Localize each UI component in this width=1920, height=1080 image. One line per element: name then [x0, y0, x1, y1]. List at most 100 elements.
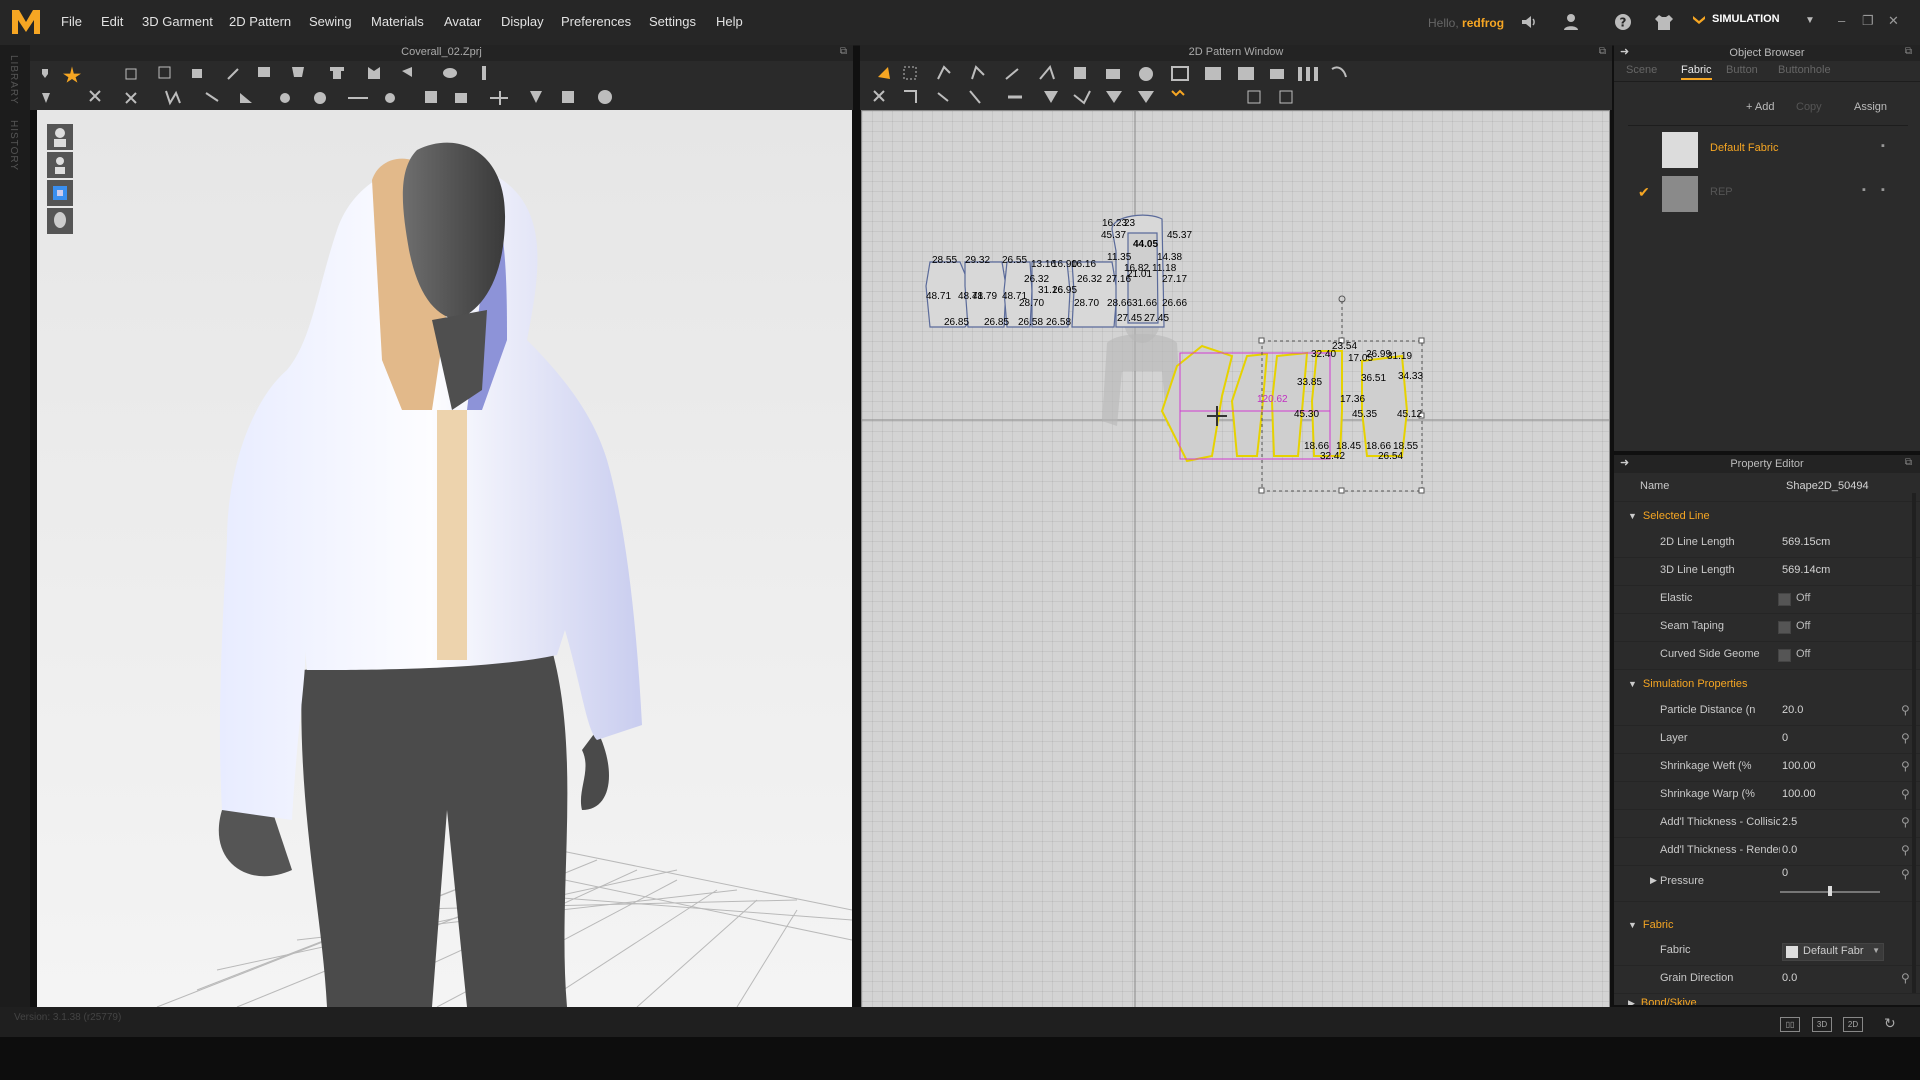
sync-pin-icon[interactable]: ⚲ [1901, 731, 1910, 745]
menu-display[interactable]: Display [501, 14, 544, 29]
property-value[interactable]: 0 [1782, 732, 1788, 744]
avatar-display-icon[interactable] [47, 124, 73, 150]
fabric-thumbnail [1662, 132, 1698, 168]
measure-label: 45.12 [1397, 409, 1423, 420]
property-value[interactable]: 0 [1782, 867, 1788, 879]
fabric-save-icon[interactable]: ▪ [1881, 140, 1885, 152]
scrollbar[interactable] [1912, 493, 1916, 993]
history-tab[interactable]: HISTORY [8, 120, 19, 171]
menu-materials[interactable]: Materials [371, 14, 424, 29]
property-value[interactable]: 100.00 [1782, 788, 1816, 800]
sync-pin-icon[interactable]: ⚲ [1901, 843, 1910, 857]
property-value[interactable]: 0.0 [1782, 844, 1797, 856]
2d-window-header: 2D Pattern Window ⧉ [860, 45, 1612, 61]
sync-pin-icon[interactable]: ⚲ [1901, 971, 1910, 985]
property-label: Seam Taping [1660, 620, 1725, 632]
pattern-canvas[interactable] [862, 111, 1609, 1008]
curved-side-checkbox[interactable] [1778, 649, 1791, 662]
menu-bar: File Edit 3D Garment 2D Pattern Sewing M… [0, 0, 1920, 46]
name-value[interactable]: Shape2D_50494 [1786, 480, 1869, 492]
seam-taping-checkbox[interactable] [1778, 621, 1791, 634]
menu-preferences[interactable]: Preferences [561, 14, 631, 29]
undock-editor-icon[interactable]: ⧉ [1905, 457, 1912, 468]
property-row: Shrinkage Warp (% 100.00 ⚲ [1614, 781, 1920, 810]
property-value[interactable]: 2.5 [1782, 816, 1797, 828]
menu-settings[interactable]: Settings [649, 14, 696, 29]
property-value[interactable]: 20.0 [1782, 704, 1803, 716]
section-selected-line[interactable]: ▼ Selected Line [1628, 510, 1710, 522]
sync-pin-icon[interactable]: ⚲ [1901, 703, 1910, 717]
property-value[interactable]: 100.00 [1782, 760, 1816, 772]
section-fabric[interactable]: ▼ Fabric [1628, 919, 1673, 931]
2d-toolbar-icons[interactable] [860, 61, 1612, 110]
property-row: Curved Side Geome Off [1614, 641, 1920, 670]
restore-button[interactable]: ❐ [1862, 13, 1874, 29]
menu-file[interactable]: File [61, 14, 82, 29]
add-fabric-button[interactable]: + Add [1746, 101, 1774, 113]
app-logo-icon[interactable] [10, 6, 42, 38]
menu-sewing[interactable]: Sewing [309, 14, 352, 29]
measure-label: 14.38 [1157, 252, 1183, 263]
fabric-delete-icon[interactable]: ▪ [1862, 184, 1866, 196]
menu-avatar[interactable]: Avatar [444, 14, 481, 29]
2d-pattern-viewport[interactable]: 16.23 23 45.37 45.37 44.05 11.35 14.38 1… [861, 110, 1610, 1009]
tab-button[interactable]: Button [1726, 64, 1758, 76]
fabric-name: REP [1710, 186, 1733, 198]
fabric-item[interactable]: ✔ REP ▪ ▪ [1614, 172, 1920, 216]
measure-label: 27.45 [1117, 313, 1143, 324]
sync-pin-icon[interactable]: ⚲ [1901, 815, 1910, 829]
3d-view-icon[interactable]: 3D [1812, 1017, 1832, 1032]
menu-3d-garment[interactable]: 3D Garment [142, 14, 213, 29]
3d-viewport[interactable] [37, 110, 852, 1007]
mode-dropdown-icon[interactable]: ▼ [1805, 15, 1815, 26]
refresh-icon[interactable]: ↻ [1884, 1015, 1896, 1032]
menu-2d-pattern[interactable]: 2D Pattern [229, 14, 291, 29]
minimize-button[interactable]: – [1838, 13, 1845, 28]
expand-right-icon[interactable]: ▶ [1650, 875, 1657, 886]
menu-help[interactable]: Help [716, 14, 743, 29]
sync-pin-icon[interactable]: ⚲ [1901, 759, 1910, 773]
avatar-skin-icon[interactable] [47, 208, 73, 234]
sync-pin-icon[interactable]: ⚲ [1901, 867, 1910, 881]
menu-edit[interactable]: Edit [101, 14, 123, 29]
split-view-icon[interactable]: ▯▯ [1780, 1017, 1800, 1032]
simulation-mode-label[interactable]: SIMULATION [1712, 13, 1780, 25]
assign-fabric-button[interactable]: Assign [1854, 101, 1887, 113]
fabric-select[interactable]: Default Fabr ▼ [1782, 943, 1884, 961]
user-icon[interactable] [1561, 12, 1581, 32]
property-value: 569.15cm [1782, 536, 1831, 548]
help-icon[interactable]: ? [1613, 12, 1633, 32]
section-simulation-properties[interactable]: ▼ Simulation Properties [1628, 678, 1747, 690]
property-row: 2D Line Length 569.15cm [1614, 529, 1920, 558]
library-tab[interactable]: LIBRARY [8, 55, 19, 105]
avatar-visibility-icon[interactable] [47, 152, 73, 178]
3d-scene[interactable] [37, 110, 852, 1007]
tab-buttonhole[interactable]: Buttonhole [1778, 64, 1831, 76]
3d-toolbar-icons[interactable] [30, 61, 853, 110]
sync-pin-icon[interactable]: ⚲ [1901, 787, 1910, 801]
measure-label: 34.33 [1398, 371, 1424, 382]
2d-view-icon[interactable]: 2D [1843, 1017, 1863, 1032]
measure-label: 36.51 [1361, 373, 1387, 384]
fabric-save-icon[interactable]: ▪ [1881, 184, 1885, 196]
tab-fabric[interactable]: Fabric [1681, 64, 1712, 80]
tab-scene[interactable]: Scene [1626, 64, 1657, 76]
elastic-checkbox[interactable] [1778, 593, 1791, 606]
close-button[interactable]: ✕ [1888, 13, 1899, 29]
username[interactable]: redfrog [1462, 16, 1504, 30]
2d-window-title: 2D Pattern Window [1188, 46, 1284, 58]
2d-toolbar [860, 61, 1612, 110]
section-bond-skive[interactable]: ▶ Bond/Skive [1628, 997, 1697, 1005]
garment-display-icon[interactable] [47, 180, 73, 206]
undock-icon[interactable]: ⧉ [840, 46, 847, 57]
pressure-slider-handle[interactable] [1828, 886, 1832, 896]
measure-label: 48.79 [972, 291, 998, 302]
undock-browser-icon[interactable]: ⧉ [1905, 46, 1912, 57]
copy-fabric-button[interactable]: Copy [1796, 101, 1822, 113]
fabric-item[interactable]: Default Fabric ▪ [1614, 128, 1920, 172]
sound-icon[interactable] [1519, 12, 1539, 32]
undock-2d-icon[interactable]: ⧉ [1599, 46, 1606, 57]
object-browser-header: ➜ Object Browser ⧉ [1614, 45, 1920, 61]
property-value[interactable]: 0.0 [1782, 972, 1797, 984]
garment-icon[interactable] [1654, 12, 1674, 32]
